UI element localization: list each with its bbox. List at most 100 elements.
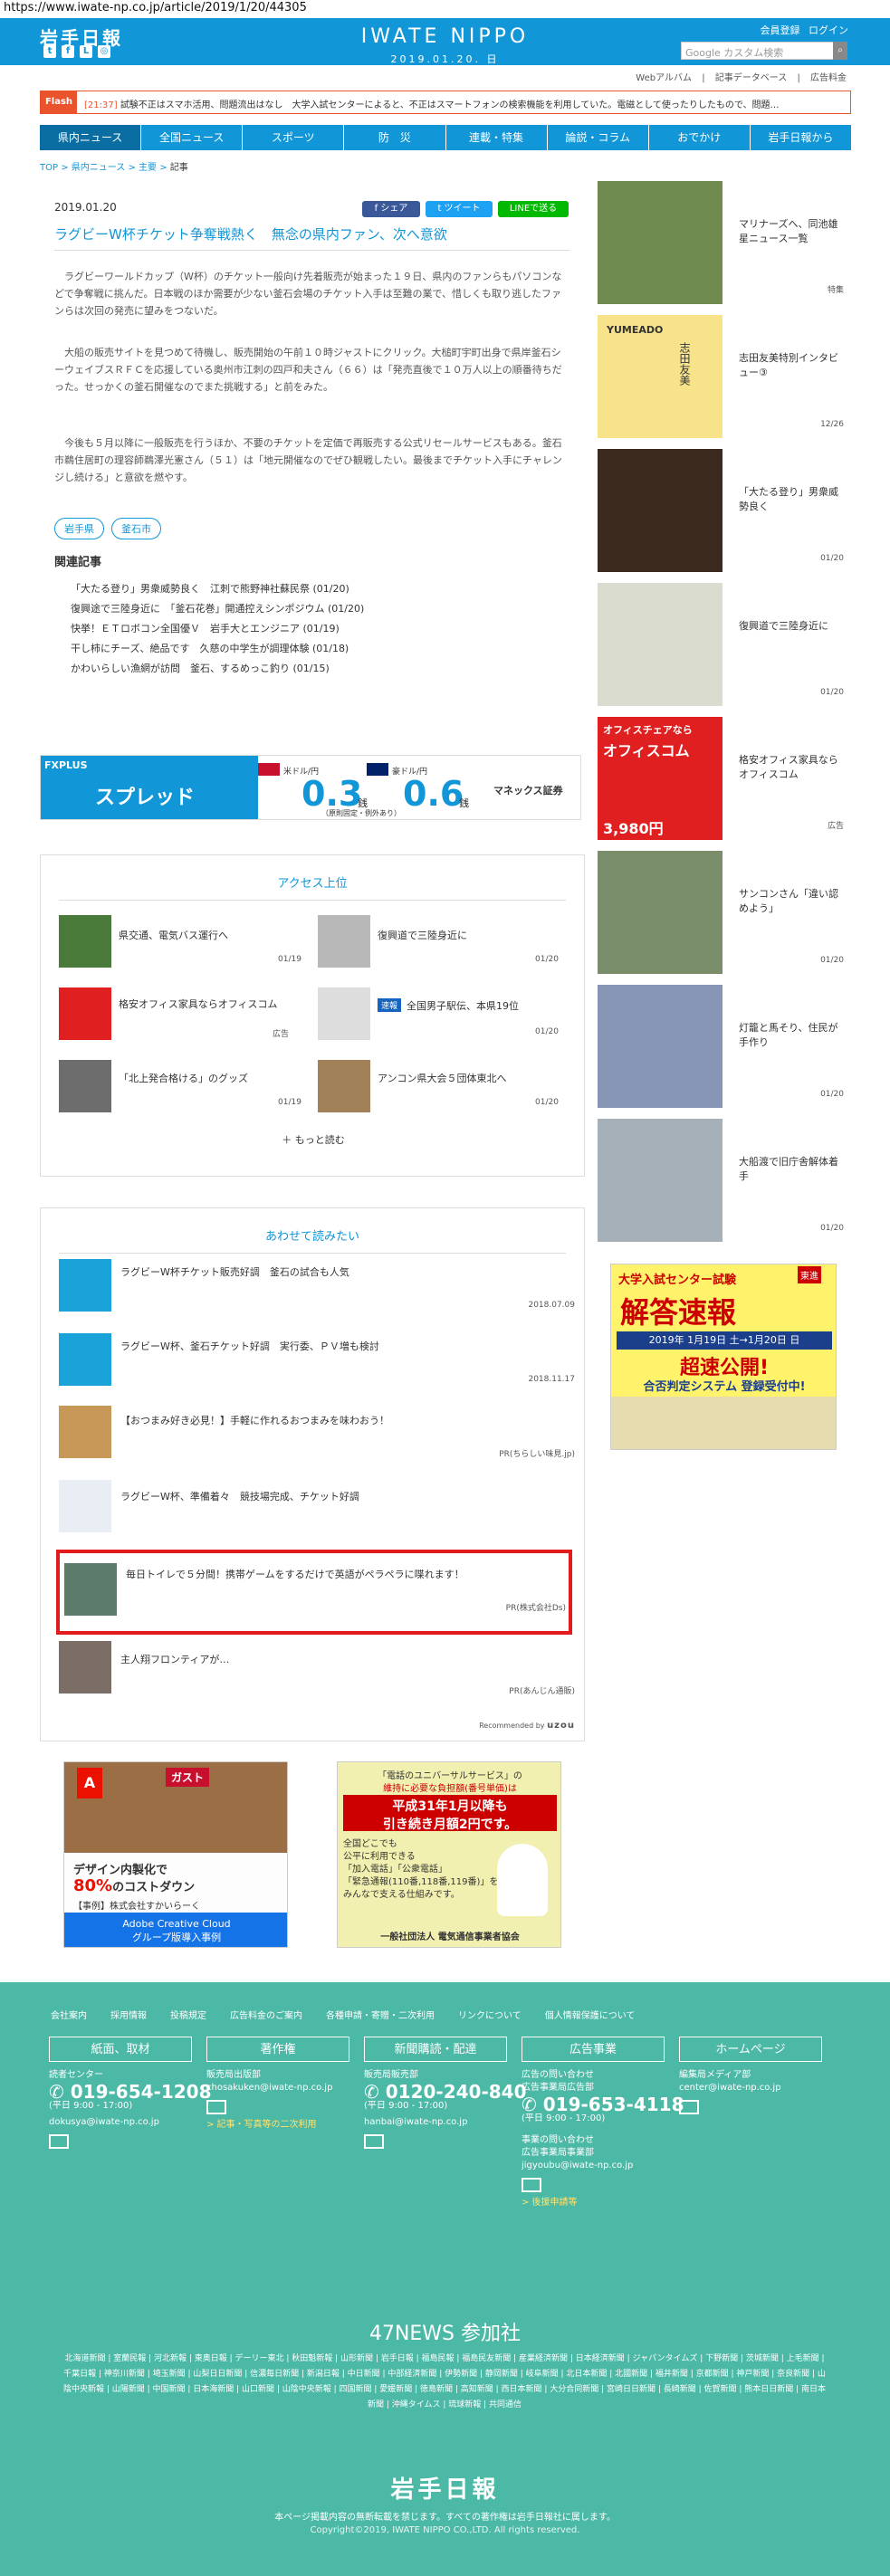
sidebar-item[interactable]: オフィスチェアなら オフィスコム 3,980円 格安オフィス家具ならオフィスコム… xyxy=(598,717,851,840)
footer-mail[interactable]: jigyoubu@iwate-np.co.jp xyxy=(522,2160,684,2172)
recommend-link[interactable]: 主人翔フロンティアが… xyxy=(120,1652,229,1666)
nav-series[interactable]: 連載・特集 xyxy=(446,125,548,150)
rank-link[interactable]: 「北上発合格ける」のグッズ xyxy=(119,1071,248,1085)
recommend-thumbnail[interactable] xyxy=(59,1259,111,1312)
news-thumbnail[interactable] xyxy=(59,1060,111,1112)
sidebar-item[interactable]: サンコンさん「違い認めよう」 01/20 xyxy=(598,851,851,974)
adobe-ad[interactable]: A ガスト デザイン内製化で 80%のコストダウン 【事例】株式会社すかいらーく… xyxy=(63,1761,288,1948)
crumb-top[interactable]: TOP xyxy=(40,163,58,173)
crumb-prefecture[interactable]: 県内ニュース xyxy=(72,163,126,173)
related-link[interactable]: 「大たる登り」男衆威勢良く 江刺で熊野神社蘇民祭 (01/20) xyxy=(71,579,364,599)
rank-link[interactable]: 復興道で三陸身近に xyxy=(378,928,467,942)
footer-link[interactable]: 個人情報保護について xyxy=(545,2008,636,2021)
news-thumbnail[interactable] xyxy=(318,1060,370,1112)
line-share-button[interactable]: LINEで送る xyxy=(498,201,569,217)
recommend-thumbnail[interactable] xyxy=(59,1333,111,1386)
footer-mail[interactable]: dokusya@iwate-np.co.jp xyxy=(49,2116,212,2129)
footer-link[interactable]: 広告料金のご案内 xyxy=(230,2008,302,2021)
sidebar-item[interactable]: マリナーズへ、同池雄星ニュース一覧 特集 xyxy=(598,181,851,304)
recommend-link[interactable]: ラグビーW杯チケット販売好調 釜石の試合も人気 xyxy=(120,1264,349,1279)
sidebar-item[interactable]: 復興道で三陸身近に 01/20 xyxy=(598,583,851,706)
exam-answer-ad[interactable]: 大学入試センター試験 東進 解答速報 2019年 1月19日 土→1月20日 日… xyxy=(610,1264,837,1450)
footer-mail[interactable]: hanbai@iwate-np.co.jp xyxy=(364,2116,527,2129)
footer-phone[interactable]: ✆ 019-654-1208 xyxy=(49,2083,212,2101)
subnav-database[interactable]: 記事データベース xyxy=(715,73,788,83)
nav-national-news[interactable]: 全国ニュース xyxy=(141,125,244,150)
more-button[interactable]: ＋ もっと読む xyxy=(41,1132,586,1147)
flash-text[interactable]: [21:37] 試験不正はスマホ活用、問題流出はなし 大学入試センターによると、… xyxy=(84,97,780,110)
recommend-link[interactable]: ラグビーW杯、釜石チケット好調 実行委、ＰＶ増も検討 xyxy=(120,1339,379,1353)
crumb-main[interactable]: 主要 xyxy=(139,163,157,173)
mail-icon[interactable] xyxy=(206,2100,226,2114)
recommend-thumbnail[interactable] xyxy=(59,1480,111,1532)
tag-iwate[interactable]: 岩手県 xyxy=(54,518,104,539)
mail-icon[interactable] xyxy=(522,2178,541,2192)
subnav-webalbum[interactable]: Webアルバム xyxy=(636,73,692,83)
sidebar-title[interactable]: 灯籠と馬そり、住民が手作り xyxy=(739,1021,846,1050)
mail-icon[interactable] xyxy=(679,2100,699,2114)
footer-logo[interactable]: 岩手日報 xyxy=(0,2471,890,2504)
footer-mail[interactable]: chosakuken@iwate-np.co.jp xyxy=(206,2082,332,2094)
footer-secondary-use-link[interactable]: > 記事・写真等の二次利用 xyxy=(206,2119,332,2132)
footer-mail[interactable]: center@iwate-np.co.jp xyxy=(679,2082,781,2094)
footer-button[interactable]: 著作権 xyxy=(206,2037,349,2062)
sidebar-item[interactable]: YUMEADO 志田友美 志田友美特別インタビュー③ 12/26 xyxy=(598,315,851,438)
powered-by[interactable]: Recommended by uzou xyxy=(439,1721,575,1731)
footer-phone[interactable]: ✆ 0120-240-840 xyxy=(364,2083,527,2101)
related-link[interactable]: 復興途で三陸身近に 「釜石花巻」開通控えシンポジウム (01/20) xyxy=(71,599,364,619)
nav-disaster[interactable]: 防 災 xyxy=(344,125,446,150)
facebook-share-button[interactable]: f シェア xyxy=(362,201,420,217)
recommend-link[interactable]: ラグビーW杯、準備着々 競技場完成、チケット好調 xyxy=(120,1489,359,1503)
footer-button[interactable]: 紙面、取材 xyxy=(49,2037,192,2062)
sidebar-title[interactable]: サンコンさん「違い認めよう」 xyxy=(739,887,846,916)
nav-outing[interactable]: おでかけ xyxy=(649,125,751,150)
register-link[interactable]: 会員登録 xyxy=(761,24,800,36)
sidebar-title[interactable]: 復興道で三陸身近に xyxy=(739,619,846,634)
sidebar-item[interactable]: 灯籠と馬そり、住民が手作り 01/20 xyxy=(598,985,851,1108)
footer-button[interactable]: 新聞購読・配達 xyxy=(364,2037,507,2062)
nav-from-nippo[interactable]: 岩手日報から xyxy=(751,125,851,150)
nav-prefecture-news[interactable]: 県内ニュース xyxy=(40,125,142,150)
tag-kamaishi[interactable]: 釜石市 xyxy=(111,518,161,539)
footer-link[interactable]: 会社案内 xyxy=(51,2008,87,2021)
footer-sponsor-link[interactable]: > 後援申請等 xyxy=(522,2197,684,2209)
login-link[interactable]: ログイン xyxy=(809,24,848,36)
fx-ad-banner[interactable]: FXPLUS スプレッド 米ドル/円 0.3 銭 豪ドル/円 0.6 銭 （原則… xyxy=(40,755,581,820)
universal-service-ad[interactable]: 「電話のユニバーサルサービス」の 維持に必要な負担額(番号単価)は 平成31年1… xyxy=(337,1761,561,1948)
recommend-link[interactable]: 【おつまみ好き必見！】手軽に作れるおつまみを味わおう！ xyxy=(120,1413,389,1427)
search-icon[interactable]: ⌕ xyxy=(833,42,847,60)
sidebar-title[interactable]: 大船渡で旧庁舎解体着手 xyxy=(739,1155,846,1184)
subnav-adrates[interactable]: 広告料金 xyxy=(810,73,847,83)
footer-link[interactable]: 採用情報 xyxy=(110,2008,147,2021)
sidebar-title[interactable]: 志田友美特別インタビュー③ xyxy=(739,351,846,380)
47news-member-list[interactable]: 北海道新聞 | 室蘭民報 | 河北新報 | 東奥日報 | デーリー東北 | 秋田… xyxy=(60,2352,829,2413)
sidebar-title[interactable]: 格安オフィス家具ならオフィスコム xyxy=(739,753,846,782)
rank-link[interactable]: 格安オフィス家具ならオフィスコム xyxy=(119,997,300,1011)
sidebar-item[interactable]: 「大たる登り」男衆威勢良く 01/20 xyxy=(598,449,851,572)
nav-sports[interactable]: スポーツ xyxy=(243,125,345,150)
url-bar[interactable]: https://www.iwate-np.co.jp/article/2019/… xyxy=(0,0,890,18)
flash-ticker[interactable]: Flash [21:37] 試験不正はスマホ活用、問題流出はなし 大学入試センタ… xyxy=(40,91,851,114)
footer-link[interactable]: 投稿規定 xyxy=(170,2008,206,2021)
sidebar-item[interactable]: 大船渡で旧庁舎解体着手 01/20 xyxy=(598,1119,851,1242)
tweet-button[interactable]: t ツイート xyxy=(426,201,493,217)
news-thumbnail[interactable] xyxy=(318,915,370,968)
related-link[interactable]: 快挙！ＥＴロボコン全国優Ｖ 岩手大とエンジニア (01/19) xyxy=(71,619,364,639)
footer-button[interactable]: 広告事業 xyxy=(522,2037,665,2062)
news-thumbnail[interactable] xyxy=(59,915,111,968)
sidebar-title[interactable]: マリナーズへ、同池雄星ニュース一覧 xyxy=(739,217,846,246)
news-thumbnail[interactable] xyxy=(318,987,370,1040)
rank-link[interactable]: アンコン県大会５団体東北へ xyxy=(378,1071,507,1085)
footer-link[interactable]: リンクについて xyxy=(458,2008,522,2021)
nav-column[interactable]: 論説・コラム xyxy=(548,125,649,150)
mail-icon[interactable] xyxy=(49,2134,69,2149)
sidebar-title[interactable]: 「大たる登り」男衆威勢良く xyxy=(739,485,846,514)
footer-phone[interactable]: ✆ 019-653-4118 xyxy=(522,2095,684,2113)
recommend-thumbnail[interactable] xyxy=(59,1406,111,1458)
related-link[interactable]: かわいらしい漁網が訪問 釜石、するめっこ釣り (01/15) xyxy=(71,659,364,679)
footer-link[interactable]: 各種申請・寄贈・二次利用 xyxy=(326,2008,435,2021)
related-link[interactable]: 干し柿にチーズ、絶品です 久慈の中学生が調理体験 (01/18) xyxy=(71,639,364,659)
footer-button[interactable]: ホームページ xyxy=(679,2037,822,2062)
rank-link[interactable]: 県交通、電気バス運行へ xyxy=(119,928,228,942)
recommend-thumbnail[interactable] xyxy=(59,1641,111,1693)
